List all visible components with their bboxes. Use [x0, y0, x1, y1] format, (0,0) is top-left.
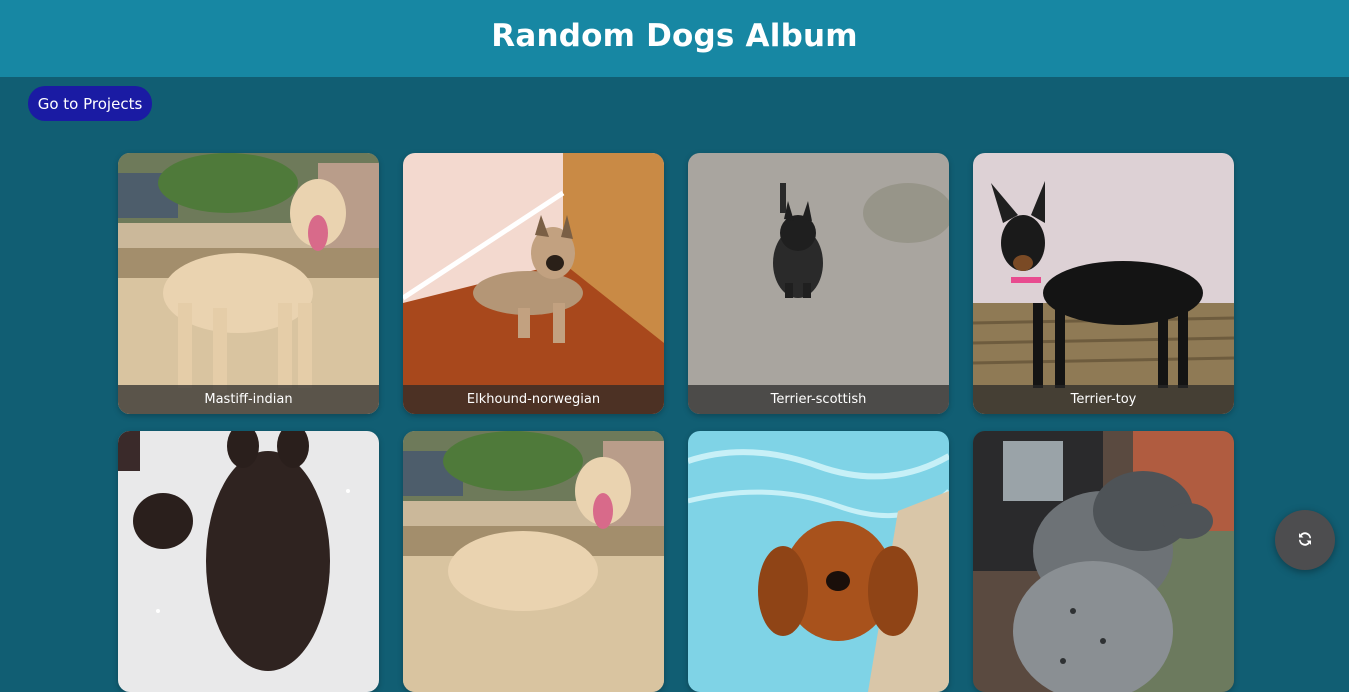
- go-to-projects-button[interactable]: Go to Projects: [28, 86, 152, 121]
- dog-card[interactable]: Terrier-toy: [973, 153, 1234, 414]
- breed-caption: Terrier-scottish: [688, 385, 949, 414]
- dog-photo: [973, 153, 1234, 414]
- dog-card[interactable]: Elkhound-norwegian: [403, 153, 664, 414]
- dog-photo: [118, 153, 379, 414]
- dog-photo: [688, 153, 949, 414]
- dog-card[interactable]: Mastiff-indian: [118, 153, 379, 414]
- dog-card[interactable]: Terrier-scottish: [688, 153, 949, 414]
- dog-gallery: Mastiff-indian Elkhound-norwegian Terrie…: [118, 153, 1234, 692]
- breed-caption: Mastiff-indian: [118, 385, 379, 414]
- refresh-button[interactable]: [1275, 510, 1335, 570]
- dog-card[interactable]: [973, 431, 1234, 692]
- dog-photo: [118, 431, 379, 692]
- dog-photo: [403, 431, 664, 692]
- dog-photo: [688, 431, 949, 692]
- refresh-icon: [1296, 530, 1314, 551]
- dog-photo: [973, 431, 1234, 692]
- app-header: Random Dogs Album: [0, 0, 1349, 77]
- breed-caption: Elkhound-norwegian: [403, 385, 664, 414]
- dog-photo: [403, 153, 664, 414]
- dog-card[interactable]: [688, 431, 949, 692]
- dog-card[interactable]: [403, 431, 664, 692]
- page-title: Random Dogs Album: [491, 17, 858, 54]
- breed-caption: Terrier-toy: [973, 385, 1234, 414]
- dog-card[interactable]: [118, 431, 379, 692]
